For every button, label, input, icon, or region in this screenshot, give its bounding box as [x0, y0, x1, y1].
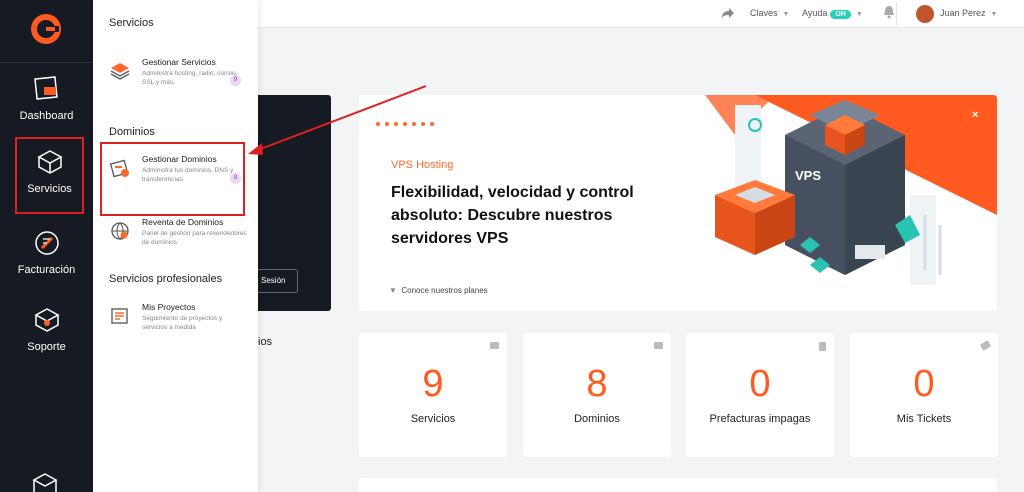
menu-section-dominios: Dominios: [109, 126, 155, 138]
top-bar: Claves ▼ Ayuda ON ▼ Juan Perez ▼: [258, 0, 1024, 28]
stat-value: 9: [422, 363, 444, 405]
stat-label: Servicios: [410, 413, 456, 425]
carousel-dots[interactable]: [376, 113, 439, 131]
rail-item-label: Facturación: [17, 264, 76, 276]
banner-title: Flexibilidad, velocidad y control absolu…: [391, 184, 634, 247]
invoice-icon: [34, 231, 59, 255]
stat-value: 8: [586, 363, 608, 405]
stat-label: Prefacturas impagas: [709, 413, 811, 425]
close-icon[interactable]: ×: [972, 109, 978, 121]
rail-item-dashboard[interactable]: Dashboard: [0, 74, 93, 122]
rail-item-label: Servicios: [27, 183, 72, 195]
stat-card-prefacturas[interactable]: 0 Prefacturas impagas: [686, 333, 834, 457]
menu-section-servicios: Servicios: [109, 17, 154, 29]
support-icon: [33, 308, 60, 332]
cart-icon: ▼: [389, 286, 397, 295]
count-badge: 9: [230, 75, 241, 86]
stat-card-dominios[interactable]: 8 Dominios: [523, 333, 671, 457]
rail-item-label: Dashboard: [19, 110, 74, 122]
menu-section-profesionales: Servicios profesionales: [109, 273, 223, 285]
stat-label: Dominios: [574, 413, 620, 425]
rail-item-label: Soporte: [27, 341, 66, 353]
servicios-flyout-menu: Servicios Gestionar Servicios Administra…: [93, 0, 258, 492]
stat-value: 0: [913, 363, 935, 405]
bottom-card: [359, 478, 997, 492]
vps-server-label: VPS: [795, 168, 821, 183]
stack-icon: [110, 63, 130, 80]
stat-card-tickets[interactable]: 0 Mis Tickets: [850, 333, 998, 457]
projects-icon: [111, 308, 128, 324]
brand-logo-icon[interactable]: [28, 11, 64, 47]
logout-button[interactable]: Sesión: [258, 269, 298, 293]
globe-icon: [111, 222, 129, 240]
vps-illustration: VPS: [705, 95, 997, 285]
stat-value: 0: [749, 363, 771, 405]
share-icon[interactable]: [721, 7, 735, 19]
menu-item-reventa-dominios[interactable]: Reventa de Dominios Panel de gestión par…: [106, 217, 326, 257]
left-rail: Dashboard Servicios Facturación Soporte: [0, 0, 93, 492]
user-menu[interactable]: Juan Perez ▼: [940, 8, 997, 18]
extra-rail-icon[interactable]: [30, 470, 60, 492]
menu-item-gestionar-servicios[interactable]: Gestionar Servicios Administra hosting, …: [106, 57, 326, 107]
ticket-icon: [979, 340, 992, 351]
ayuda-menu[interactable]: Ayuda ON ▼: [802, 8, 863, 19]
ayuda-on-badge: ON: [830, 10, 851, 19]
dominios-highlight-box: [100, 142, 245, 216]
menu-item-mis-proyectos[interactable]: Mis Proyectos Seguimiento de proyectos y…: [106, 302, 326, 342]
rail-item-servicios[interactable]: Servicios: [15, 137, 84, 214]
banner-kicker: VPS Hosting: [391, 159, 454, 171]
stat-label: Mis Tickets: [896, 413, 952, 425]
dashboard-icon: [33, 76, 58, 100]
rail-item-soporte[interactable]: Soporte: [0, 305, 93, 353]
plans-link[interactable]: ▼ Conoce nuestros planes: [389, 286, 488, 295]
avatar[interactable]: [916, 5, 934, 23]
vps-promo-banner: VPS Hosting Flexibilidad, velocidad y co…: [359, 95, 997, 311]
box-icon: [36, 150, 63, 174]
claves-menu[interactable]: Claves ▼: [750, 8, 789, 18]
document-icon: [819, 342, 826, 351]
tag-icon: [654, 342, 663, 349]
stat-card-servicios[interactable]: 9 Servicios: [359, 333, 507, 457]
bell-icon[interactable]: [883, 5, 895, 19]
server-icon: [490, 342, 499, 349]
rail-item-facturacion[interactable]: Facturación: [0, 228, 93, 276]
